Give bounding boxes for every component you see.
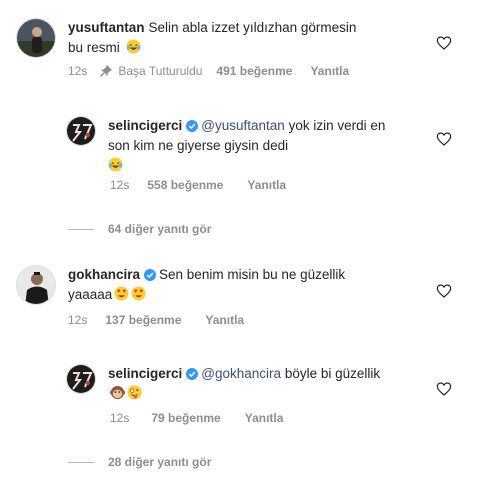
username[interactable]: gokhancira <box>68 267 140 282</box>
timestamp: 12s <box>68 313 88 327</box>
like-heart-icon[interactable] <box>436 131 452 147</box>
timestamp: 12s <box>110 411 130 425</box>
view-replies-label[interactable]: 28 diğer yanıtı gör <box>108 455 211 469</box>
avatar-yusuftantan[interactable] <box>16 18 56 58</box>
view-replies-label[interactable]: 64 diğer yanıtı gör <box>108 222 211 236</box>
divider-line <box>68 461 94 463</box>
pinned-label: Başa Tutturuldu <box>118 64 203 78</box>
view-more-replies-button[interactable]: 28 diğer yanıtı gör <box>68 455 211 469</box>
mention-link[interactable]: @yusuftantan <box>201 118 285 133</box>
like-heart-icon[interactable] <box>436 283 452 299</box>
comment-body: selincigerci @yusuftantan yok izin verdi … <box>108 116 388 176</box>
reply-button[interactable]: Yanıtla <box>247 178 286 192</box>
verified-badge-icon <box>144 269 157 281</box>
view-more-replies-button[interactable]: 64 diğer yanıtı gör <box>68 222 211 236</box>
reply-selincigerci-2: selincigerci @gokhancira böyle bi güzelli… <box>66 364 388 404</box>
comment-body: gokhancira Sen benim misin bu ne güzellik… <box>68 265 358 305</box>
comment-yusuftantan: yusuftantan Selin abla izzet yıldızhan gö… <box>16 18 358 58</box>
monkey-emoji-icon <box>110 385 125 400</box>
likes-count[interactable]: 137 beğenme <box>105 313 181 327</box>
comment-meta: 12s 558 beğenme Yanıtla <box>110 178 286 192</box>
reply-button[interactable]: Yanıtla <box>205 313 244 327</box>
comment-meta: 12s 137 beğenme Yanıtla <box>68 313 244 327</box>
comment-meta: 12s Başa Tutturuldu 491 beğenme Yanıtla <box>68 64 349 78</box>
laughing-tears-emoji-icon <box>108 157 123 172</box>
avatar-gokhancira[interactable] <box>16 265 56 305</box>
likes-count[interactable]: 491 beğenme <box>216 64 292 78</box>
heart-eyes-emoji-icon <box>114 286 129 301</box>
mention-link[interactable]: @gokhancira <box>201 366 281 381</box>
username[interactable]: selincigerci <box>108 366 182 381</box>
zany-face-emoji-icon <box>127 385 142 400</box>
comment-body: selincigerci @gokhancira böyle bi güzelli… <box>108 364 388 404</box>
pin-icon <box>100 65 113 77</box>
divider-line <box>68 228 94 230</box>
comment-body: yusuftantan Selin abla izzet yıldızhan gö… <box>68 18 358 58</box>
reply-button[interactable]: Yanıtla <box>245 411 284 425</box>
verified-badge-icon <box>186 368 199 380</box>
comment-gokhancira: gokhancira Sen benim misin bu ne güzellik… <box>16 265 358 305</box>
laughing-tears-emoji-icon <box>126 39 141 54</box>
reply-selincigerci-1: selincigerci @yusuftantan yok izin verdi … <box>66 116 388 176</box>
comment-meta: 12s 79 beğenme Yanıtla <box>110 411 283 425</box>
timestamp: 12s <box>68 64 88 78</box>
username[interactable]: yusuftantan <box>68 20 145 35</box>
avatar-selincigerci[interactable] <box>66 364 96 394</box>
timestamp: 12s <box>110 178 130 192</box>
likes-count[interactable]: 558 beğenme <box>147 178 223 192</box>
username[interactable]: selincigerci <box>108 118 182 133</box>
reply-button[interactable]: Yanıtla <box>310 64 349 78</box>
avatar-selincigerci[interactable] <box>66 116 96 146</box>
heart-eyes-emoji-icon <box>131 286 146 301</box>
verified-badge-icon <box>186 120 199 132</box>
likes-count[interactable]: 79 beğenme <box>151 411 220 425</box>
comment-text: böyle bi güzellik <box>284 366 381 381</box>
like-heart-icon[interactable] <box>436 381 452 397</box>
like-heart-icon[interactable] <box>436 35 452 51</box>
